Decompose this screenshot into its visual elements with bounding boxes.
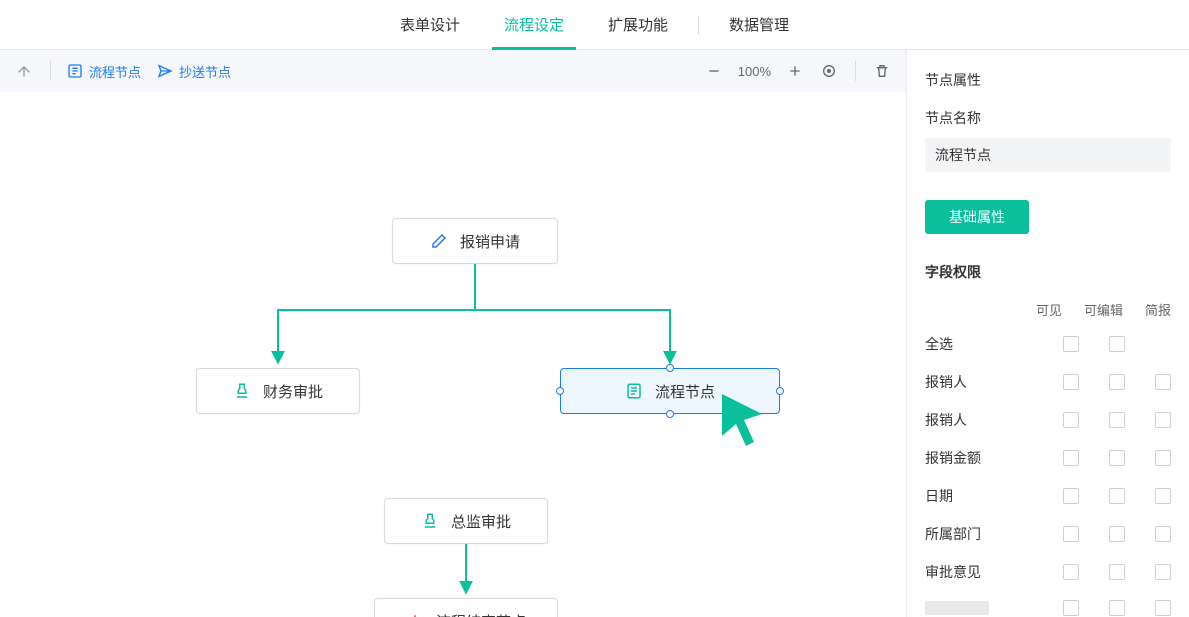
port-right[interactable]	[776, 387, 784, 395]
perm-header: 可见 可编辑 简报	[925, 292, 1171, 325]
node-director-label: 总监审批	[451, 511, 511, 532]
zoom-in-button[interactable]	[785, 61, 805, 81]
checkbox[interactable]	[1109, 374, 1125, 390]
perm-row-loading	[925, 591, 1171, 617]
add-flow-node-label: 流程节点	[89, 62, 141, 81]
perm-row: 日期	[925, 477, 1171, 515]
stamp-icon	[233, 382, 251, 400]
tab-flow-settings[interactable]: 流程设定	[482, 0, 586, 50]
port-top[interactable]	[666, 364, 674, 372]
perm-label: 报销人	[925, 372, 967, 392]
zoom-out-button[interactable]	[704, 61, 724, 81]
checkbox[interactable]	[1155, 600, 1171, 616]
checkbox[interactable]	[1063, 374, 1079, 390]
delete-button[interactable]	[872, 61, 892, 81]
perm-label: 日期	[925, 486, 953, 506]
checkbox[interactable]	[1155, 526, 1171, 542]
checkbox[interactable]	[1109, 564, 1125, 580]
node-apply-label: 报销申请	[460, 231, 520, 252]
add-flow-node-button[interactable]: 流程节点	[67, 62, 141, 81]
field-perm-title: 字段权限	[925, 262, 1171, 282]
add-cc-node-button[interactable]: 抄送节点	[157, 62, 231, 81]
perm-label: 报销金额	[925, 448, 981, 468]
add-cc-node-label: 抄送节点	[179, 62, 231, 81]
basic-props-button[interactable]: 基础属性	[925, 200, 1029, 234]
checkbox[interactable]	[1109, 450, 1125, 466]
perm-label: 全选	[925, 334, 953, 354]
checkbox[interactable]	[1063, 336, 1079, 352]
edit-icon	[430, 232, 448, 250]
col-brief: 简报	[1145, 300, 1171, 319]
node-flow-label: 流程节点	[655, 381, 715, 402]
node-director[interactable]: 总监审批	[384, 498, 548, 544]
checkbox[interactable]	[1155, 450, 1171, 466]
form-icon	[625, 382, 643, 400]
perm-row: 审批意见	[925, 553, 1171, 591]
node-end[interactable]: 流程结束节点	[374, 598, 558, 617]
checkbox[interactable]	[1155, 488, 1171, 504]
tab-data-mgmt[interactable]: 数据管理	[707, 0, 811, 50]
checkbox[interactable]	[1109, 488, 1125, 504]
cursor-icon	[720, 392, 756, 436]
checkbox[interactable]	[1063, 526, 1079, 542]
node-finance-label: 财务审批	[263, 381, 323, 402]
node-apply[interactable]: 报销申请	[392, 218, 558, 264]
perm-row-select-all: 全选	[925, 325, 1171, 363]
perm-row: 所属部门	[925, 515, 1171, 553]
port-bottom[interactable]	[666, 410, 674, 418]
tab-extensions[interactable]: 扩展功能	[586, 0, 690, 50]
perm-row: 报销金额	[925, 439, 1171, 477]
col-editable: 可编辑	[1084, 300, 1123, 319]
perm-label: 所属部门	[925, 524, 981, 544]
power-icon	[406, 613, 424, 617]
checkbox[interactable]	[1109, 336, 1125, 352]
checkbox[interactable]	[1155, 564, 1171, 580]
checkbox[interactable]	[1109, 412, 1125, 428]
perm-row: 报销人	[925, 401, 1171, 439]
checkbox[interactable]	[1063, 450, 1079, 466]
checkbox[interactable]	[1155, 412, 1171, 428]
node-end-label: 流程结束节点	[436, 611, 526, 617]
checkbox[interactable]	[1109, 600, 1125, 616]
top-tabs: 表单设计 流程设定 扩展功能 数据管理	[0, 0, 1189, 50]
checkbox[interactable]	[1063, 564, 1079, 580]
node-finance[interactable]: 财务审批	[196, 368, 360, 414]
canvas-toolbar: 流程节点 抄送节点 100%	[0, 50, 906, 92]
tab-form-design[interactable]: 表单设计	[378, 0, 482, 50]
checkbox[interactable]	[1063, 600, 1079, 616]
share-icon[interactable]	[14, 61, 34, 81]
port-left[interactable]	[556, 387, 564, 395]
zoom-level: 100%	[738, 64, 771, 79]
checkbox[interactable]	[1063, 488, 1079, 504]
placeholder-bar	[925, 601, 989, 615]
fit-screen-button[interactable]	[819, 61, 839, 81]
col-visible: 可见	[1036, 300, 1062, 319]
checkbox[interactable]	[1109, 526, 1125, 542]
node-name-input[interactable]	[925, 138, 1171, 172]
flow-canvas[interactable]: 报销申请 财务审批 流程节点	[0, 92, 906, 617]
checkbox[interactable]	[1063, 412, 1079, 428]
perm-label: 报销人	[925, 410, 967, 430]
perm-row: 报销人	[925, 363, 1171, 401]
properties-panel: 节点属性 节点名称 基础属性 字段权限 可见 可编辑 简报 全选 报销人	[907, 50, 1189, 617]
panel-title: 节点属性	[925, 70, 1171, 90]
node-name-label: 节点名称	[925, 108, 1171, 128]
checkbox[interactable]	[1155, 374, 1171, 390]
perm-label: 审批意见	[925, 562, 981, 582]
stamp-icon	[421, 512, 439, 530]
tab-divider	[698, 16, 699, 34]
